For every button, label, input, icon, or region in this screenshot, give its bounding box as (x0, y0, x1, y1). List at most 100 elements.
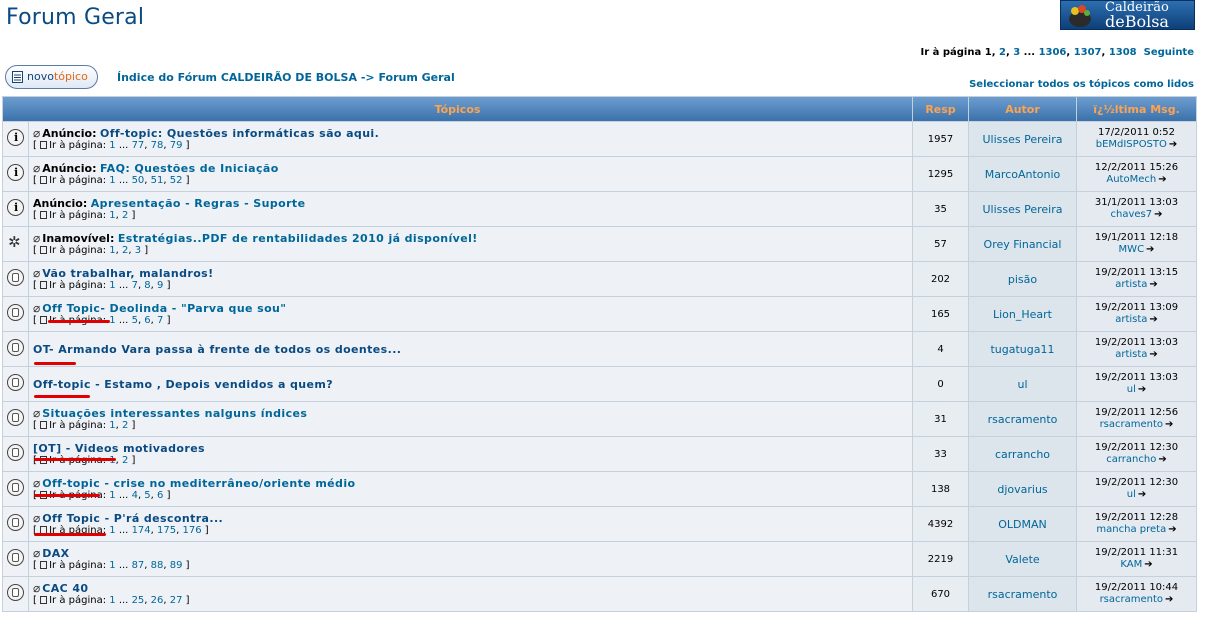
author-link[interactable]: OLDMAN (998, 518, 1047, 531)
author-link[interactable]: tugatuga11 (990, 343, 1054, 356)
topic-title-link[interactable]: Vão trabalhar, malandros! (42, 267, 213, 280)
last-poster-link[interactable]: mancha preta (1096, 524, 1166, 535)
topic-page-link[interactable]: 7 (132, 280, 138, 291)
breadcrumb-current-link[interactable]: Forum Geral (378, 71, 454, 84)
topic-page-link[interactable]: 1 (109, 595, 115, 606)
author-link[interactable]: carrancho (995, 448, 1050, 461)
topic-page-link[interactable]: 78 (151, 140, 164, 151)
go-to-last-post-icon[interactable]: ➔ (1168, 524, 1176, 536)
topic-page-link[interactable]: 79 (170, 140, 183, 151)
last-poster-link[interactable]: artista (1115, 279, 1147, 290)
page-link-1306[interactable]: 1306 (1039, 47, 1067, 58)
topic-page-link[interactable]: 2 (122, 455, 128, 466)
last-poster-link[interactable]: AutoMech (1106, 174, 1156, 185)
topic-page-link[interactable]: 6 (157, 490, 163, 501)
author-link[interactable]: Lion_Heart (993, 308, 1052, 321)
last-poster-link[interactable]: artista (1115, 349, 1147, 360)
topic-page-link[interactable]: 8 (144, 280, 150, 291)
go-to-last-post-icon[interactable]: ➔ (1138, 384, 1146, 396)
next-page-link[interactable]: Seguinte (1144, 47, 1194, 58)
last-poster-link[interactable]: ul (1127, 489, 1136, 500)
topic-title-link[interactable]: Off Topic- Deolinda - "Parva que sou" (42, 302, 286, 315)
go-to-last-post-icon[interactable]: ➔ (1154, 209, 1162, 221)
topic-title-link[interactable]: Off-topic - Estamo , Depois vendidos a q… (33, 378, 333, 391)
topic-page-link[interactable]: 9 (157, 280, 163, 291)
go-to-last-post-icon[interactable]: ➔ (1138, 489, 1146, 501)
author-link[interactable]: MarcoAntonio (985, 168, 1061, 181)
last-poster-link[interactable]: carrancho (1106, 454, 1156, 465)
page-link-2[interactable]: 2 (999, 47, 1006, 58)
topic-page-link[interactable]: 51 (151, 175, 164, 186)
topic-page-link[interactable]: 26 (151, 595, 164, 606)
author-link[interactable]: pisão (1008, 273, 1037, 286)
topic-page-link[interactable]: 1 (109, 490, 115, 501)
topic-page-link[interactable]: 77 (132, 140, 145, 151)
mark-all-read-link[interactable]: Seleccionar todos os tópicos como lidos (969, 79, 1194, 90)
topic-page-link[interactable]: 1 (109, 175, 115, 186)
go-to-last-post-icon[interactable]: ➔ (1158, 174, 1166, 186)
topic-page-link[interactable]: 27 (170, 595, 183, 606)
site-logo[interactable]: Caldeirão deBolsa (1060, 0, 1195, 30)
topic-title-link[interactable]: OT- Armando Vara passa à frente de todos… (33, 343, 401, 356)
topic-page-link[interactable]: 87 (132, 560, 145, 571)
topic-page-link[interactable]: 176 (182, 525, 201, 536)
author-link[interactable]: Ulisses Pereira (983, 133, 1063, 146)
go-to-last-post-icon[interactable]: ➔ (1149, 314, 1157, 326)
topic-page-link[interactable]: 2 (122, 245, 128, 256)
topic-title-link[interactable]: CAC 40 (42, 582, 88, 595)
topic-page-link[interactable]: 1 (109, 315, 115, 326)
topic-title-link[interactable]: [OT] - Videos motivadores (33, 442, 205, 455)
last-poster-link[interactable]: KAM (1120, 559, 1142, 570)
topic-page-link[interactable]: 6 (144, 315, 150, 326)
topic-page-link[interactable]: 88 (151, 560, 164, 571)
topic-title-link[interactable]: Apresentação - Regras - Suporte (91, 197, 306, 210)
author-link[interactable]: Orey Financial (984, 238, 1062, 251)
new-topic-button[interactable]: novotópico (5, 65, 98, 89)
topic-page-link[interactable]: 2 (122, 210, 128, 221)
topic-page-link[interactable]: 1 (109, 210, 115, 221)
topic-page-link[interactable]: 2 (122, 420, 128, 431)
go-to-last-post-icon[interactable]: ➔ (1149, 349, 1157, 361)
topic-page-link[interactable]: 175 (157, 525, 176, 536)
topic-page-link[interactable]: 89 (170, 560, 183, 571)
topic-title-link[interactable]: Situações interessantes nalguns índices (42, 407, 307, 420)
go-to-last-post-icon[interactable]: ➔ (1149, 279, 1157, 291)
topic-title-link[interactable]: Estratégias..PDF de rentabilidades 2010 … (118, 232, 478, 245)
last-poster-link[interactable]: chaves7 (1111, 209, 1153, 220)
topic-title-link[interactable]: DAX (42, 547, 69, 560)
go-to-last-post-icon[interactable]: ➔ (1144, 559, 1152, 571)
last-poster-link[interactable]: MWC (1119, 244, 1145, 255)
topic-title-link[interactable]: FAQ: Questões de Iniciação (100, 162, 279, 175)
author-link[interactable]: ul (1017, 378, 1027, 391)
topic-page-link[interactable]: 1 (109, 420, 115, 431)
page-link-1308[interactable]: 1308 (1109, 47, 1137, 58)
topic-page-link[interactable]: 3 (135, 245, 141, 256)
page-link-3[interactable]: 3 (1013, 47, 1020, 58)
go-to-last-post-icon[interactable]: ➔ (1146, 244, 1154, 256)
topic-page-link[interactable]: 52 (170, 175, 183, 186)
page-link-1307[interactable]: 1307 (1074, 47, 1102, 58)
topic-title-link[interactable]: Off Topic - P'rá descontra... (42, 512, 223, 525)
last-poster-link[interactable]: rsacramento (1100, 594, 1163, 605)
last-poster-link[interactable]: ul (1127, 384, 1136, 395)
page-link-1[interactable]: 1 (985, 47, 992, 58)
topic-page-link[interactable]: 1 (109, 245, 115, 256)
go-to-last-post-icon[interactable]: ➔ (1158, 454, 1166, 466)
last-poster-link[interactable]: rsacramento (1100, 419, 1163, 430)
author-link[interactable]: rsacramento (988, 413, 1058, 426)
author-link[interactable]: rsacramento (988, 588, 1058, 601)
last-poster-link[interactable]: artista (1115, 314, 1147, 325)
topic-page-link[interactable]: 174 (132, 525, 151, 536)
topic-page-link[interactable]: 1 (109, 280, 115, 291)
breadcrumb-index-link[interactable]: Índice do Fórum CALDEIRÃO DE BOLSA (117, 71, 357, 84)
go-to-last-post-icon[interactable]: ➔ (1165, 594, 1173, 606)
topic-page-link[interactable]: 5 (132, 315, 138, 326)
go-to-last-post-icon[interactable]: ➔ (1169, 139, 1177, 151)
topic-page-link[interactable]: 50 (132, 175, 145, 186)
topic-title-link[interactable]: Off-topic - crise no mediterrâneo/orient… (42, 477, 355, 490)
topic-page-link[interactable]: 5 (144, 490, 150, 501)
topic-page-link[interactable]: 1 (109, 525, 115, 536)
topic-page-link[interactable]: 1 (109, 560, 115, 571)
author-link[interactable]: Ulisses Pereira (983, 203, 1063, 216)
go-to-last-post-icon[interactable]: ➔ (1165, 419, 1173, 431)
